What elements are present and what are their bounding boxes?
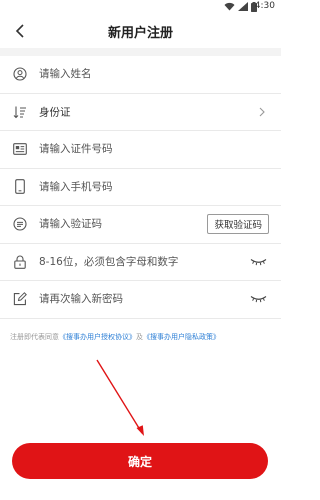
submit-button[interactable]: 确定 [12,443,268,479]
annotation-arrow [96,359,144,436]
